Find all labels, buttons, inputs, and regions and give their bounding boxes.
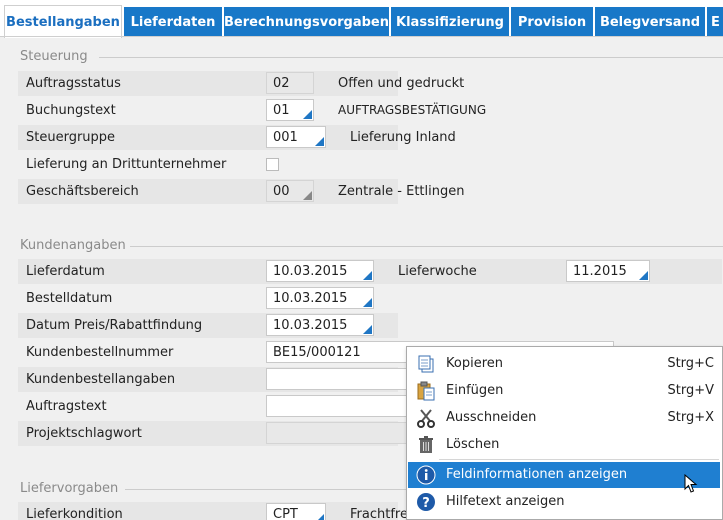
- buchungstext-desc: AUFTRAGSBESTÄTIGUNG: [338, 103, 487, 117]
- row-lieferung-dritt: Lieferung an Drittunternehmer: [18, 152, 398, 177]
- lieferkondition-field[interactable]: CPT: [266, 503, 326, 520]
- lieferwoche-value: 11.2015: [573, 264, 627, 279]
- menu-item-label: Löschen: [446, 437, 500, 452]
- section-title-liefervorgaben: Liefervorgaben: [20, 481, 119, 496]
- calendar-corner-icon[interactable]: [363, 271, 372, 280]
- lieferdatum-value: 10.03.2015: [273, 264, 348, 279]
- menu-item-feldinformationen[interactable]: Feldinformationen anzeigen: [408, 462, 720, 488]
- trash-icon: [419, 436, 433, 453]
- tab-e[interactable]: E: [707, 7, 723, 37]
- tab-berechnungsvorgaben[interactable]: Berechnungsvorgaben: [224, 7, 389, 37]
- copy-icon: [418, 355, 434, 373]
- tab-provision[interactable]: Provision: [511, 7, 593, 37]
- mouse-cursor-icon: [684, 474, 698, 493]
- menu-separator: [439, 459, 719, 460]
- auftragstext-label: Auftragstext: [26, 399, 107, 414]
- menu-item-loeschen[interactable]: Löschen: [408, 432, 720, 458]
- bestelldatum-field[interactable]: 10.03.2015: [266, 287, 374, 309]
- scissors-icon: [417, 409, 435, 428]
- lieferkondition-label: Lieferkondition: [26, 507, 123, 520]
- lieferung-dritt-label: Lieferung an Drittunternehmer: [26, 157, 227, 172]
- section-divider: [130, 246, 723, 247]
- steuergruppe-desc: Lieferung Inland: [350, 130, 456, 145]
- menu-item-label: Kopieren: [446, 356, 503, 371]
- geschaeftsbereich-value: 00: [273, 184, 290, 199]
- menu-item-einfuegen[interactable]: Einfügen Strg+V: [408, 378, 720, 404]
- projektschlagwort-label: Projektschlagwort: [26, 426, 142, 441]
- projektschlagwort-field[interactable]: [266, 422, 426, 444]
- menu-item-label: Hilfetext anzeigen: [446, 494, 565, 509]
- row-steuergruppe: Steuergruppe: [18, 125, 398, 150]
- datum-preis-value: 10.03.2015: [273, 318, 348, 333]
- lieferdatum-field[interactable]: 10.03.2015: [266, 260, 374, 282]
- steuergruppe-label: Steuergruppe: [26, 130, 116, 145]
- lookup-corner-icon[interactable]: [315, 137, 324, 146]
- info-icon: [416, 465, 436, 485]
- buchungstext-value: 01: [273, 103, 290, 118]
- tab-divider: [0, 36, 723, 37]
- calendar-corner-icon[interactable]: [363, 325, 372, 334]
- lieferwoche-label: Lieferwoche: [398, 264, 477, 279]
- section-divider: [99, 57, 723, 58]
- svg-text:?: ?: [422, 496, 430, 511]
- lieferdatum-label: Lieferdatum: [26, 264, 105, 279]
- menu-item-label: Feldinformationen anzeigen: [446, 467, 628, 482]
- context-menu: Kopieren Strg+C Einfügen Strg+V Ausschne…: [406, 346, 723, 520]
- buchungstext-field[interactable]: 01: [266, 99, 314, 121]
- steuergruppe-value: 001: [273, 130, 298, 145]
- auftragsstatus-label: Auftragsstatus: [26, 76, 121, 91]
- bestelldatum-value: 10.03.2015: [273, 291, 348, 306]
- geschaeftsbereich-label: Geschäftsbereich: [26, 184, 139, 199]
- help-icon: ?: [417, 493, 435, 511]
- menu-item-hilfetext[interactable]: ? Hilfetext anzeigen: [408, 489, 720, 515]
- tab-bar: Bestellangaben Lieferdaten Berechnungsvo…: [0, 0, 723, 38]
- kundenbestellnummer-label: Kundenbestellnummer: [26, 345, 174, 360]
- calendar-corner-icon[interactable]: [639, 271, 648, 280]
- bestelldatum-label: Bestelldatum: [26, 291, 113, 306]
- kundenbestellangaben-field[interactable]: [266, 368, 426, 390]
- lookup-corner-icon[interactable]: [303, 110, 312, 119]
- section-title-steuerung: Steuerung: [20, 49, 88, 64]
- row-lieferwoche: Lieferwoche: [392, 259, 722, 284]
- lookup-corner-icon: [303, 191, 312, 200]
- menu-item-label: Ausschneiden: [446, 410, 537, 425]
- buchungstext-label: Buchungstext: [26, 103, 116, 118]
- tab-klassifizierung[interactable]: Klassifizierung: [391, 7, 509, 37]
- kundenbestellangaben-label: Kundenbestellangaben: [26, 372, 176, 387]
- menu-item-kopieren[interactable]: Kopieren Strg+C: [408, 351, 720, 377]
- menu-item-ausschneiden[interactable]: Ausschneiden Strg+X: [408, 405, 720, 431]
- menu-item-shortcut: Strg+C: [667, 356, 714, 371]
- calendar-corner-icon[interactable]: [363, 298, 372, 307]
- datum-preis-label: Datum Preis/Rabattfindung: [26, 318, 203, 333]
- menu-item-shortcut: Strg+V: [667, 383, 714, 398]
- row-lieferkondition: Lieferkondition: [18, 502, 398, 520]
- section-title-kundenangaben: Kundenangaben: [20, 238, 126, 253]
- paste-icon: [417, 381, 435, 401]
- steuergruppe-field[interactable]: 001: [266, 126, 326, 148]
- auftragsstatus-field[interactable]: 02: [266, 72, 314, 94]
- menu-item-label: Einfügen: [446, 383, 504, 398]
- lookup-corner-icon[interactable]: [315, 514, 324, 520]
- datum-preis-field[interactable]: 10.03.2015: [266, 314, 374, 336]
- lieferkondition-value: CPT: [273, 507, 298, 520]
- lieferwoche-field[interactable]: 11.2015: [566, 260, 650, 282]
- tab-lieferdaten[interactable]: Lieferdaten: [124, 7, 222, 37]
- frachtfrei-label: Frachtfrei: [350, 507, 412, 520]
- lieferung-dritt-checkbox[interactable]: [266, 158, 279, 171]
- menu-item-shortcut: Strg+X: [667, 410, 714, 425]
- auftragstext-field[interactable]: [266, 395, 426, 417]
- tab-belegversand[interactable]: Belegversand: [595, 7, 705, 37]
- tab-bestellangaben[interactable]: Bestellangaben: [4, 5, 122, 38]
- geschaeftsbereich-desc: Zentrale - Ettlingen: [338, 184, 465, 199]
- auftragsstatus-desc: Offen und gedruckt: [338, 76, 465, 91]
- geschaeftsbereich-field[interactable]: 00: [266, 180, 314, 202]
